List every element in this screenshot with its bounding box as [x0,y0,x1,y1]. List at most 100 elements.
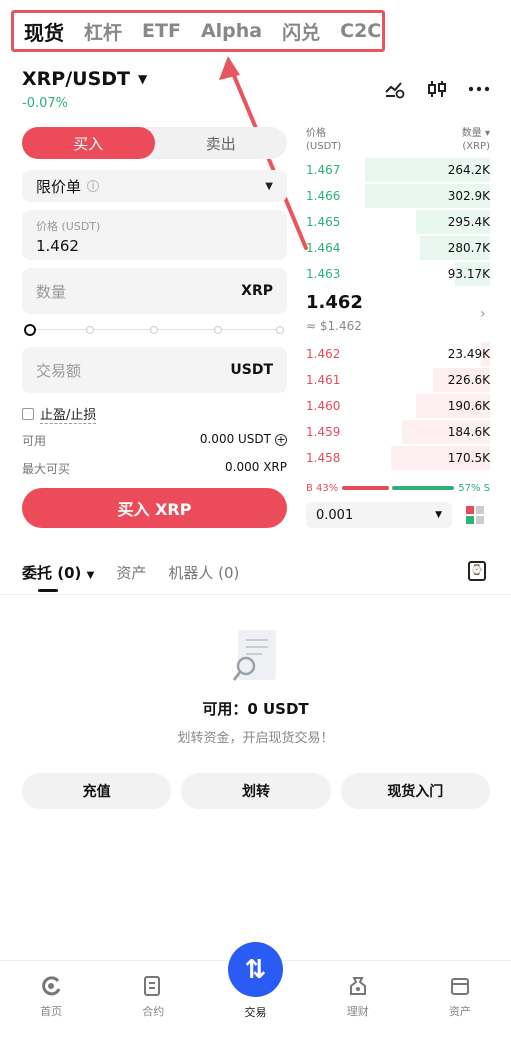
info-icon[interactable]: i [87,180,100,192]
ask-row[interactable]: 1.463 93.17K [306,262,490,286]
nav-home[interactable]: 首页 [0,961,102,1037]
bid-price: 1.462 [306,347,341,361]
wallet-icon [449,975,471,997]
tab-c2c[interactable]: C2C [340,20,381,42]
tab-margin[interactable]: 杠杆 [84,18,122,45]
pair-change: -0.07% [22,96,68,111]
tab-assets[interactable]: 资产 [116,562,146,583]
bid-qty: 184.6K [447,425,490,439]
price-alert-icon[interactable] [383,78,407,100]
nav-earn[interactable]: 理财 [307,961,409,1037]
orderbook-qty-unit: (XRP) [462,141,490,152]
orders-tabs: 委托 (0) ▼ 资产 机器人 (0) [22,562,239,583]
tab-orders-label: 委托 (0) [22,564,82,582]
amount-input[interactable]: 交易额 USDT [22,347,287,393]
sell-ratio-label: 57% S [458,482,490,494]
buy-ratio-bar [342,486,390,490]
tab-bots[interactable]: 机器人 (0) [168,562,239,583]
slider-step-75[interactable] [214,326,222,334]
tab-convert[interactable]: 闪兑 [282,18,320,45]
nav-assets-label: 资产 [448,1005,471,1018]
bid-qty: 23.49K [447,347,490,361]
max-buy-row: 最大可买 0.000 XRP [22,460,287,477]
ask-row[interactable]: 1.467 264.2K [306,158,490,182]
quantity-unit: XRP [241,283,273,299]
header-icons [383,78,491,100]
nav-futures-label: 合约 [142,1005,165,1018]
bid-row[interactable]: 1.461 226.6K [306,368,490,392]
order-type-select[interactable]: 限价单 i ▼ [22,170,287,202]
caret-down-icon: ▼ [138,72,148,86]
quantity-placeholder: 数量 [36,282,67,301]
trade-swap-icon[interactable]: ⇅ [228,942,283,997]
quantity-input[interactable]: 数量 XRP [22,268,287,314]
amount-placeholder: 交易额 [36,361,82,380]
active-tab-underline [38,589,58,592]
available-label: 可用 [22,434,47,448]
action-row: 充值 划转 现货入门 [22,773,490,809]
orderbook-layout-icon[interactable] [466,506,484,524]
deposit-button[interactable]: 充值 [22,773,172,809]
quantity-slider[interactable] [22,322,287,338]
more-icon[interactable] [467,78,491,100]
tab-spot[interactable]: 现货 [24,17,64,46]
ask-row[interactable]: 1.466 302.9K [306,184,490,208]
bid-qty: 190.6K [447,399,490,413]
tpsl-checkbox[interactable] [22,408,34,420]
futures-icon [142,975,164,997]
tab-alpha[interactable]: Alpha [201,20,262,42]
orderbook-qty-header: 数量 [461,128,482,139]
slider-step-100[interactable] [276,326,284,334]
price-input-value: 1.462 [36,237,79,255]
divider [0,594,511,595]
buy-ratio-label: B 43% [306,482,339,494]
ask-qty: 93.17K [447,267,490,281]
tab-orders[interactable]: 委托 (0) ▼ [22,562,94,583]
pair-selector[interactable]: XRP/USDT ▼ [22,68,147,90]
slider-step-25[interactable] [86,326,94,334]
available-value: 0.000 USDT [199,432,271,446]
candlestick-chart-icon[interactable] [425,78,449,100]
bid-price: 1.461 [306,373,341,387]
ask-qty: 302.9K [447,189,490,203]
buy-tab[interactable]: 买入 [22,127,155,159]
buy-sell-toggle: 买入 卖出 [22,127,287,159]
ask-price: 1.466 [306,189,341,203]
bid-qty: 170.5K [447,451,490,465]
empty-document-icon [232,630,276,681]
slider-step-50[interactable] [150,326,158,334]
ask-price: 1.463 [306,267,341,281]
tab-etf[interactable]: ETF [142,20,181,42]
earn-icon [347,975,369,997]
bid-row[interactable]: 1.460 190.6K [306,394,490,418]
orderbook-header: 价格 (USDT) 数量 ▾ (XRP) [306,128,490,152]
bid-row[interactable]: 1.459 184.6K [306,420,490,444]
spot-guide-button[interactable]: 现货入门 [340,773,490,809]
price-input-label: 价格 (USDT) [36,220,101,233]
caret-down-icon: ▼ [265,180,273,192]
tpsl-toggle[interactable]: 止盈/止损 [22,404,97,424]
ask-qty: 264.2K [447,163,490,177]
bid-row[interactable]: 1.462 23.49K [306,342,490,366]
precision-value: 0.001 [316,507,354,523]
bid-row[interactable]: 1.458 170.5K [306,446,490,470]
order-type-label: 限价单 [36,177,82,196]
buy-xrp-button[interactable]: 买入 XRP [22,488,287,528]
amount-unit: USDT [230,362,273,378]
chevron-right-icon[interactable]: › [480,306,486,322]
slider-knob[interactable] [24,324,36,336]
pair-name: XRP/USDT [22,68,130,90]
ask-row[interactable]: 1.464 280.7K [306,236,490,260]
add-funds-icon[interactable]: + [275,434,287,446]
nav-assets[interactable]: 资产 [409,961,511,1037]
ask-row[interactable]: 1.465 295.4K [306,210,490,234]
bid-price: 1.459 [306,425,341,439]
transfer-button[interactable]: 划转 [181,773,331,809]
price-input[interactable]: 价格 (USDT) 1.462 [22,210,287,260]
precision-select[interactable]: 0.001 ▼ [306,502,452,528]
ask-price: 1.464 [306,241,341,255]
nav-futures[interactable]: 合约 [102,961,204,1037]
bid-price: 1.460 [306,399,341,413]
sell-tab[interactable]: 卖出 [155,127,288,159]
order-history-icon[interactable]: ⌚ [468,561,486,581]
